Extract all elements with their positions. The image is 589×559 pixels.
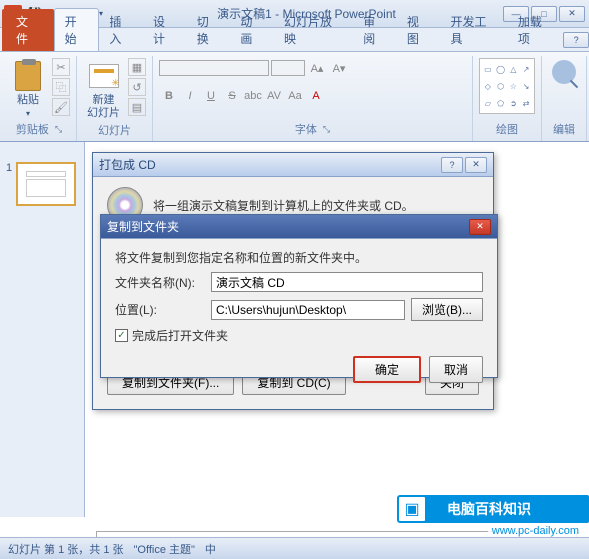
- dialog1-description: 将一组演示文稿复制到计算机上的文件夹或 CD。: [153, 197, 414, 214]
- status-language[interactable]: 中: [205, 541, 216, 557]
- slides-group-label: 幻灯片: [98, 122, 131, 138]
- app-window: P 💾 ↶ ↷ ▾ 演示文稿1 - Microsoft PowerPoint —…: [0, 0, 589, 559]
- find-button[interactable]: [548, 58, 580, 86]
- reset-icon[interactable]: ↺: [128, 78, 146, 96]
- new-slide-icon: [89, 64, 119, 88]
- slide-thumbnail-panel: 1: [0, 142, 85, 517]
- ribbon-help-button[interactable]: ?: [563, 32, 589, 48]
- tab-insert[interactable]: 插入: [99, 9, 143, 51]
- font-group-label: 字体: [295, 121, 317, 137]
- italic-button[interactable]: I: [180, 86, 200, 106]
- new-slide-label: 新建 幻灯片: [87, 94, 120, 120]
- drawing-group-label: 绘图: [496, 121, 518, 137]
- bold-button[interactable]: B: [159, 86, 179, 106]
- copy-icon[interactable]: ⿻: [52, 78, 70, 96]
- font-size-input[interactable]: [271, 60, 305, 76]
- find-icon: [552, 60, 576, 84]
- tab-design[interactable]: 设计: [143, 9, 187, 51]
- paste-button[interactable]: 粘贴 ▾: [8, 58, 48, 120]
- group-editing: 编辑: [542, 56, 587, 141]
- ribbon: 粘贴 ▾ ✂ ⿻ 🖌 剪贴板 ⤡ 新建 幻灯片 ▦ ↺: [0, 52, 589, 142]
- dialog2-description: 将文件复制到您指定名称和位置的新文件夹中。: [115, 249, 483, 266]
- tab-view[interactable]: 视图: [397, 9, 441, 51]
- dialog2-title: 复制到文件夹: [107, 218, 469, 235]
- group-font: A▴ A▾ B I U S abc AV Aa A 字体 ⤡: [153, 56, 473, 141]
- group-drawing: ▭◯△↗ ◇⬡☆↘ ▱⬠➲⇄ 绘图: [473, 56, 542, 141]
- editing-group-label: 编辑: [553, 121, 575, 137]
- watermark-url: www.pc-daily.com: [488, 525, 583, 537]
- group-slides: 新建 幻灯片 ▦ ↺ ▤ 幻灯片: [77, 56, 153, 141]
- paste-label: 粘贴: [17, 94, 39, 107]
- tab-animations[interactable]: 动画: [230, 9, 274, 51]
- font-family-input[interactable]: [159, 60, 269, 76]
- dialog-copy-to-folder: 复制到文件夹 ✕ 将文件复制到您指定名称和位置的新文件夹中。 文件夹名称(N):…: [100, 214, 498, 378]
- cut-icon[interactable]: ✂: [52, 58, 70, 76]
- dialog1-help-button[interactable]: ?: [441, 157, 463, 173]
- tab-file[interactable]: 文件: [2, 9, 54, 51]
- tab-addins[interactable]: 加载项: [508, 9, 564, 51]
- watermark-badge: 电脑百科知识 ▣ www.pc-daily.com: [397, 495, 589, 537]
- browse-button[interactable]: 浏览(B)...: [411, 298, 483, 321]
- change-case-button[interactable]: Aa: [285, 86, 305, 106]
- ribbon-tabs: 文件 开始 插入 设计 切换 动画 幻灯片放映 审阅 视图 开发工具 加载项 ?: [0, 28, 589, 52]
- slides-small-tools: ▦ ↺ ▤: [128, 58, 146, 116]
- status-slide-info: 幻灯片 第 1 张，共 1 张: [8, 541, 124, 557]
- font-color-button[interactable]: A: [306, 86, 326, 106]
- tab-slideshow[interactable]: 幻灯片放映: [274, 9, 353, 51]
- watermark-icon: ▣: [397, 495, 427, 523]
- char-spacing-button[interactable]: AV: [264, 86, 284, 106]
- font-launcher-icon[interactable]: ⤡: [323, 124, 330, 135]
- open-folder-checkbox[interactable]: ✓: [115, 329, 128, 342]
- strike-button[interactable]: S: [222, 86, 242, 106]
- dialog2-titlebar[interactable]: 复制到文件夹 ✕: [101, 215, 497, 239]
- grow-font-icon[interactable]: A▴: [307, 58, 327, 78]
- folder-name-label: 文件夹名称(N):: [115, 274, 205, 291]
- location-label: 位置(L):: [115, 301, 205, 318]
- status-theme: "Office 主题": [134, 541, 195, 557]
- layout-icon[interactable]: ▦: [128, 58, 146, 76]
- folder-name-input[interactable]: [211, 272, 483, 292]
- dialog1-close-button[interactable]: ✕: [465, 157, 487, 173]
- location-input[interactable]: [211, 300, 405, 320]
- dialog1-titlebar[interactable]: 打包成 CD ? ✕: [93, 153, 493, 177]
- tab-home[interactable]: 开始: [54, 8, 100, 51]
- paste-dropdown-icon[interactable]: ▾: [26, 109, 30, 118]
- underline-button[interactable]: U: [201, 86, 221, 106]
- clipboard-launcher-icon[interactable]: ⤡: [55, 124, 62, 135]
- open-folder-label: 完成后打开文件夹: [132, 327, 228, 344]
- cancel-button[interactable]: 取消: [429, 356, 483, 383]
- thumbnail-number: 1: [6, 162, 12, 206]
- shadow-button[interactable]: abc: [243, 86, 263, 106]
- section-icon[interactable]: ▤: [128, 98, 146, 116]
- new-slide-button[interactable]: 新建 幻灯片: [83, 58, 124, 122]
- shapes-gallery[interactable]: ▭◯△↗ ◇⬡☆↘ ▱⬠➲⇄: [479, 58, 535, 114]
- tab-review[interactable]: 审阅: [353, 9, 397, 51]
- watermark-text: 电脑百科知识: [419, 495, 589, 523]
- tab-transitions[interactable]: 切换: [187, 9, 231, 51]
- shrink-font-icon[interactable]: A▾: [329, 58, 349, 78]
- dialog2-close-button[interactable]: ✕: [469, 219, 491, 235]
- clipboard-small-tools: ✂ ⿻ 🖌: [52, 58, 70, 116]
- ok-button[interactable]: 确定: [353, 356, 421, 383]
- format-painter-icon[interactable]: 🖌: [52, 98, 70, 116]
- dialog1-title: 打包成 CD: [99, 156, 441, 173]
- slide-thumbnail[interactable]: [16, 162, 76, 206]
- statusbar: 幻灯片 第 1 张，共 1 张 "Office 主题" 中: [0, 537, 589, 559]
- thumbnail-item[interactable]: 1: [6, 162, 78, 206]
- tab-developer[interactable]: 开发工具: [441, 9, 508, 51]
- clipboard-group-label: 剪贴板: [16, 121, 49, 137]
- clipboard-icon: [15, 61, 41, 91]
- group-clipboard: 粘贴 ▾ ✂ ⿻ 🖌 剪贴板 ⤡: [2, 56, 77, 141]
